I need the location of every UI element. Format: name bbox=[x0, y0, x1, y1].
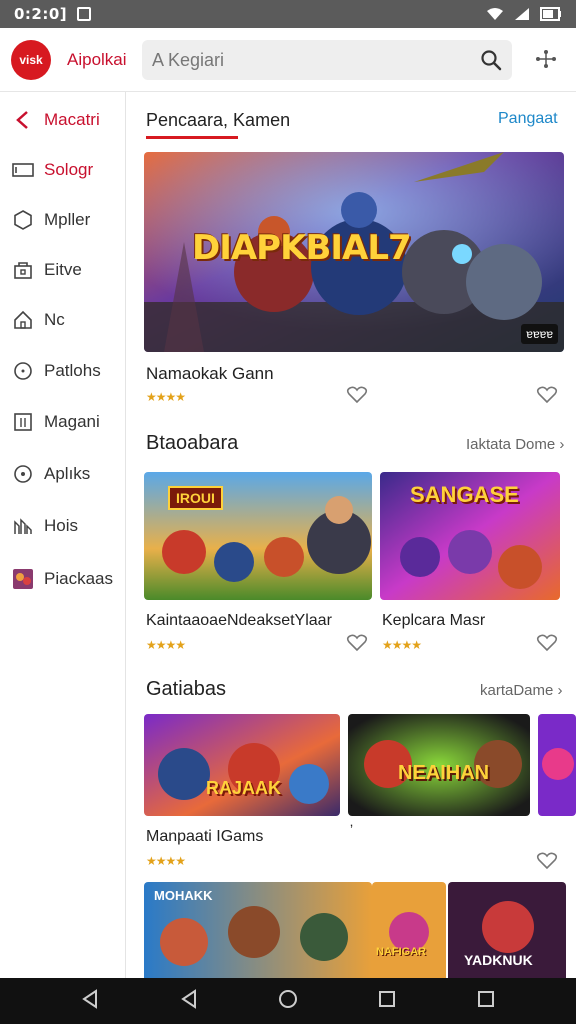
sidebar-item-label: Eitve bbox=[44, 260, 82, 279]
app-logo[interactable]: visk bbox=[11, 39, 51, 80]
featured-rating: ★★★★ bbox=[146, 390, 186, 404]
sidebar-item-label: Nc bbox=[44, 310, 65, 329]
home-icon bbox=[12, 309, 34, 331]
search-icon[interactable] bbox=[480, 49, 502, 76]
status-bar: 0:2:0] bbox=[0, 0, 576, 28]
favorite-icon[interactable] bbox=[346, 634, 368, 657]
featured-game-banner[interactable]: DIAPKBIAL7 ɐɐɐɐ bbox=[144, 152, 564, 352]
app-name: Aipolkai bbox=[67, 49, 127, 69]
sidebar-item-patlohs[interactable]: Patlohs bbox=[0, 351, 126, 391]
card-banner-text: RAJAAK bbox=[206, 778, 282, 798]
circle-dot-icon bbox=[12, 463, 34, 485]
tab-active[interactable]: Pencaara, Kamen bbox=[146, 110, 290, 131]
sidebar-item-label: Patlohs bbox=[44, 361, 101, 380]
back-icon[interactable] bbox=[179, 988, 199, 1014]
card-banner-text: IROUI bbox=[168, 486, 223, 510]
hexagon-icon bbox=[12, 209, 34, 231]
sidebar-item-label: Hois bbox=[44, 516, 79, 535]
card-banner-text: MOHAKK bbox=[154, 888, 213, 903]
favorite-icon[interactable] bbox=[346, 386, 368, 409]
card-banner-text: YADKNUK bbox=[464, 952, 533, 968]
sidebar-item-label: Piackaas bbox=[44, 569, 113, 588]
game-thumb-icon bbox=[12, 568, 34, 590]
back-chevron-icon bbox=[12, 109, 34, 131]
system-nav-bar bbox=[0, 978, 576, 1024]
status-time: 0:2:0] bbox=[14, 5, 68, 23]
sidebar-item-mpller[interactable]: Mpller bbox=[0, 200, 126, 240]
search-input[interactable]: A Kegiari bbox=[152, 50, 224, 71]
screen-icon bbox=[12, 159, 34, 181]
game-card-title[interactable]: Manpaati IGams bbox=[146, 828, 263, 846]
sidebar-item-label: Macatri bbox=[44, 110, 100, 129]
featured-badge: ɐɐɐɐ bbox=[521, 324, 558, 344]
top-section-link[interactable]: Pangaat bbox=[498, 110, 558, 128]
sidebar-item-piackaas[interactable]: Piackaas bbox=[0, 559, 126, 599]
notification-icon bbox=[77, 7, 92, 21]
see-more-link[interactable]: Iaktata Dome › bbox=[466, 436, 564, 453]
game-card-image[interactable] bbox=[538, 714, 576, 816]
sidebar-item-label: Sologr bbox=[44, 160, 94, 179]
card-banner-text: NEAIHAN bbox=[398, 762, 490, 784]
chart-icon bbox=[12, 515, 34, 537]
game-card-title[interactable]: Keplcara Masr bbox=[382, 612, 485, 630]
sidebar-item-magani[interactable]: Magani bbox=[0, 402, 126, 442]
see-more-link[interactable]: kartaDame › bbox=[480, 682, 563, 699]
favorite-icon[interactable] bbox=[536, 852, 558, 875]
back-icon[interactable] bbox=[80, 988, 100, 1014]
game-card-title[interactable]: KaintaaoaeNdeaksetYlaar bbox=[146, 612, 332, 630]
sidebar-item-screen[interactable]: Sologr bbox=[0, 150, 126, 190]
game-card-image[interactable]: MOHAKK bbox=[144, 882, 372, 978]
clock-icon bbox=[12, 360, 34, 382]
sidebar-item-nc[interactable]: Nc bbox=[0, 300, 126, 340]
game-card-rating: ★★★★ bbox=[146, 854, 186, 868]
app-header: visk Aipolkai A Kegiari bbox=[0, 28, 576, 92]
tab-underline bbox=[146, 136, 238, 139]
recents-icon[interactable] bbox=[377, 989, 397, 1014]
sidebar: Macatri Sologr Mpller Eitve Nc Patlohs M… bbox=[0, 92, 126, 978]
signal-icon bbox=[514, 7, 530, 21]
sidebar-item-label: Magani bbox=[44, 412, 100, 431]
game-card-image[interactable]: RAJAAK bbox=[144, 714, 340, 816]
sidebar-item-hois[interactable]: Hois bbox=[0, 506, 126, 546]
sidebar-item-label: Mpller bbox=[44, 210, 91, 229]
favorite-icon[interactable] bbox=[536, 386, 558, 409]
grid-icon bbox=[12, 411, 34, 433]
game-card-image[interactable]: YADKNUK bbox=[448, 882, 566, 978]
more-options-icon[interactable] bbox=[534, 48, 558, 75]
game-card-image[interactable]: IROUI bbox=[144, 472, 372, 600]
game-card-rating: ★★★★ bbox=[382, 638, 422, 652]
sidebar-item-apliks[interactable]: Aplıks bbox=[0, 454, 126, 494]
main-content: Pencaara, Kamen Pangaat DIAPKBIAL7 ɐɐɐɐ … bbox=[126, 92, 576, 978]
featured-game-title[interactable]: Namaokak Gann bbox=[146, 364, 274, 384]
sidebar-item-label: Aplıks bbox=[44, 464, 91, 483]
sidebar-item-eitve[interactable]: Eitve bbox=[0, 250, 126, 290]
featured-banner-text: DIAPKBIAL7 bbox=[192, 228, 412, 268]
search-bar[interactable]: A Kegiari bbox=[142, 40, 512, 80]
card-banner-text: NAFIGAR bbox=[376, 946, 427, 958]
game-card-image[interactable]: NEAIHAN bbox=[348, 714, 530, 816]
game-card-title[interactable]: ʼ bbox=[350, 822, 353, 838]
game-card-image[interactable]: SANGASE bbox=[380, 472, 560, 600]
section-title: Btaoabara bbox=[146, 432, 239, 454]
home-button-icon[interactable] bbox=[278, 989, 298, 1014]
card-banner-text: SANGASE bbox=[410, 482, 519, 507]
wifi-icon bbox=[486, 7, 504, 21]
game-card-rating: ★★★★ bbox=[146, 638, 186, 652]
battery-icon bbox=[540, 7, 562, 21]
sidebar-item-back[interactable]: Macatri bbox=[0, 100, 126, 140]
bag-icon bbox=[12, 259, 34, 281]
section-title: Gatiabas bbox=[146, 678, 227, 700]
recents-icon[interactable] bbox=[476, 989, 496, 1014]
favorite-icon[interactable] bbox=[536, 634, 558, 657]
game-card-image[interactable]: NAFIGAR bbox=[372, 882, 446, 978]
